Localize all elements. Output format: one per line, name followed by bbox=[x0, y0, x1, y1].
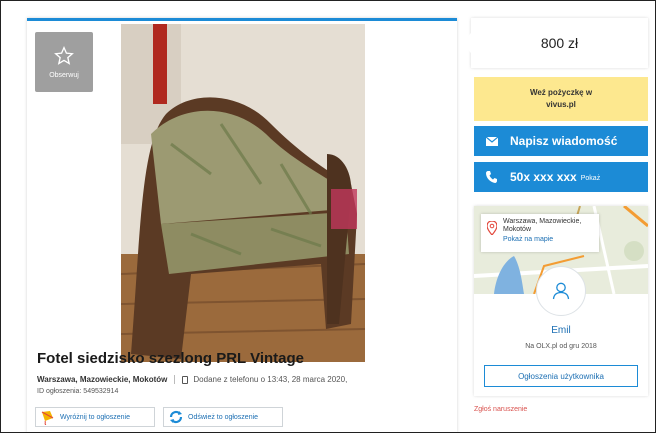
meta-divider bbox=[174, 375, 176, 384]
refresh-button[interactable]: Odśwież to ogłoszenie bbox=[163, 407, 283, 427]
seller-name[interactable]: Emil bbox=[474, 325, 648, 336]
kite-icon bbox=[41, 411, 54, 425]
promote-button[interactable]: Wyróżnij to ogłoszenie bbox=[35, 407, 155, 427]
avatar[interactable] bbox=[536, 266, 586, 316]
seller-since: Na OLX.pl od gru 2018 bbox=[525, 343, 597, 350]
observe-label: Obserwuj bbox=[49, 71, 79, 79]
report-link[interactable]: Zgłoś naruszenie bbox=[474, 406, 527, 413]
send-message-button[interactable]: Napisz wiadomość bbox=[474, 126, 648, 156]
promote-label: Wyróżnij to ogłoszenie bbox=[60, 413, 130, 421]
listing-added-date: Dodane z telefonu o 13:43, 28 marca 2020… bbox=[193, 375, 348, 384]
map-location-popup: Warszawa, Mazowieckie, Mokotów Pokaż na … bbox=[481, 214, 599, 252]
listing-top-bar bbox=[27, 18, 457, 21]
show-phone-link[interactable]: Pokaż bbox=[581, 175, 600, 182]
listing-ad-id: ID ogłoszenia: 549532914 bbox=[37, 388, 119, 395]
seller-ads-label: Ogłoszenia użytkownika bbox=[518, 371, 604, 381]
star-icon bbox=[54, 45, 74, 65]
show-phone-button[interactable]: 50x xxx xxx Pokaż bbox=[474, 162, 648, 192]
phone-icon bbox=[486, 171, 500, 183]
price-value: 800 zł bbox=[540, 35, 579, 51]
seller-card: Warszawa, Mazowieckie, Mokotów Pokaż na … bbox=[474, 206, 648, 396]
send-message-label: Napisz wiadomość bbox=[510, 134, 618, 148]
listing-photo[interactable] bbox=[121, 24, 365, 362]
seller-ads-button[interactable]: Ogłoszenia użytkownika bbox=[484, 365, 638, 387]
refresh-icon bbox=[169, 410, 183, 424]
loan-banner[interactable]: Weź pożyczkę w vivus.pl bbox=[474, 77, 648, 121]
listing-location: Warszawa, Mazowieckie, Mokotów bbox=[37, 375, 168, 384]
envelope-icon bbox=[486, 136, 500, 146]
loan-line-1: Weź pożyczkę w bbox=[529, 88, 593, 97]
observe-button[interactable]: Obserwuj bbox=[35, 32, 93, 92]
phone-icon bbox=[182, 375, 189, 384]
listing-meta: Warszawa, Mazowieckie, Mokotów Dodane z … bbox=[37, 375, 347, 384]
map-pin-icon bbox=[487, 221, 497, 235]
user-icon bbox=[552, 282, 570, 300]
show-on-map-link[interactable]: Pokaż na mapie bbox=[503, 236, 595, 244]
refresh-label: Odśwież to ogłoszenie bbox=[188, 413, 259, 421]
price-box: 800 zł bbox=[462, 18, 648, 68]
loan-line-2: vivus.pl bbox=[546, 100, 576, 109]
listing-title: Fotel siedzisko szezlong PRL Vintage bbox=[37, 350, 305, 367]
listing-card: Obserwuj Fotel siedzisko szezlong PRL Vi… bbox=[27, 18, 457, 432]
map-location-text: Warszawa, Mazowieckie, Mokotów bbox=[503, 218, 582, 233]
phone-number: 50x xxx xxx bbox=[510, 170, 577, 184]
